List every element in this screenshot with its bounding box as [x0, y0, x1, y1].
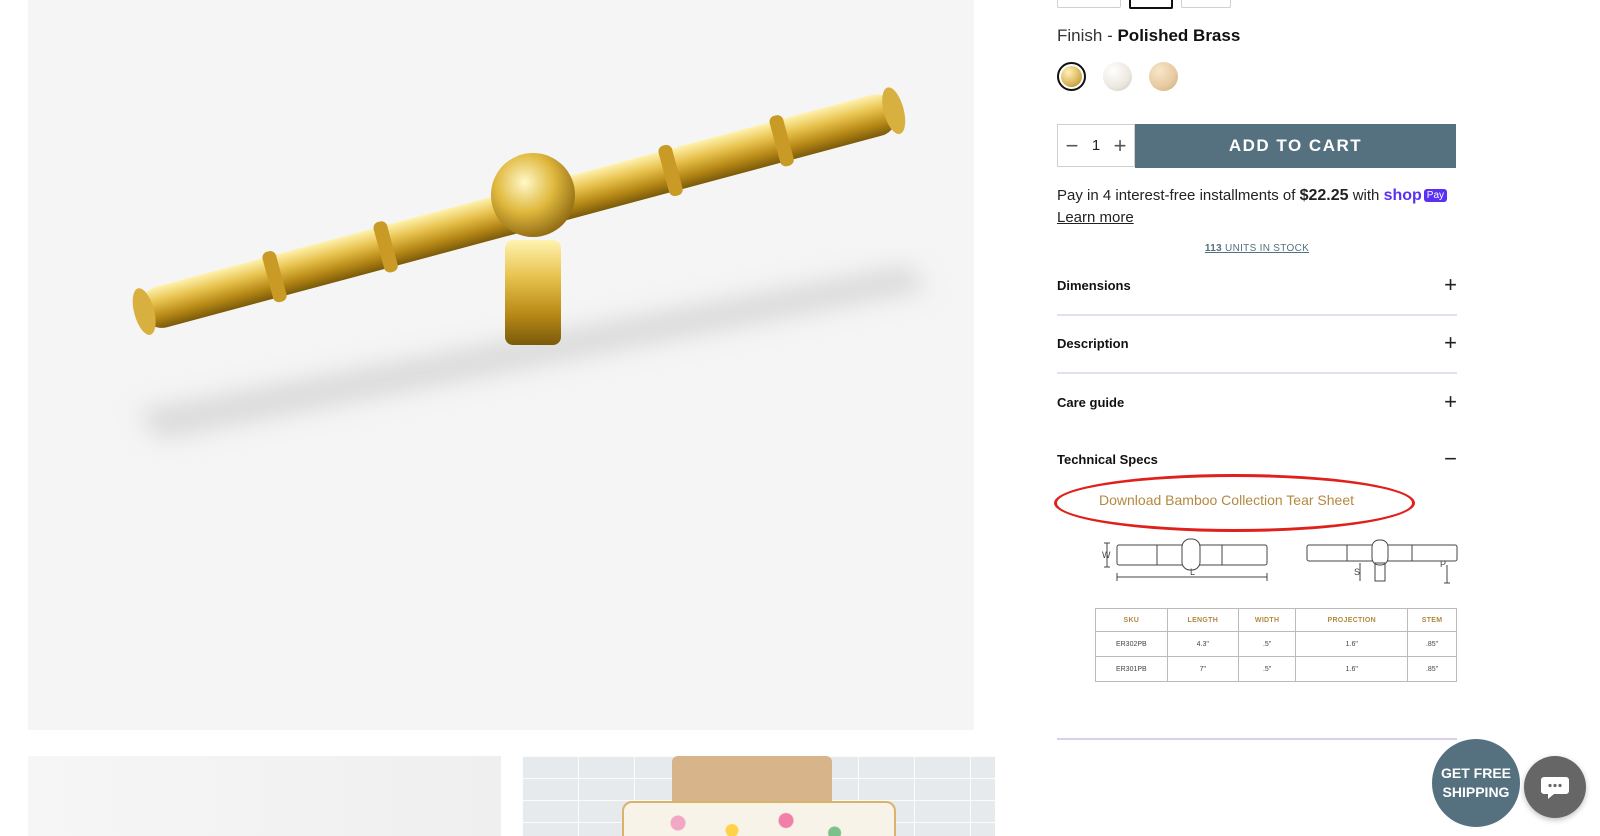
installments-with: with: [1348, 187, 1384, 204]
dim-label-l: L: [1190, 567, 1195, 577]
swatch-polished-nickel[interactable]: [1103, 62, 1132, 91]
units-in-stock[interactable]: 113 UNITS IN STOCK: [1057, 243, 1457, 254]
thumbnail-1[interactable]: [28, 756, 501, 836]
divider: [1057, 738, 1457, 740]
shop-pay-logo: shop: [1383, 187, 1422, 204]
finish-label: Finish - Polished Brass: [1057, 26, 1240, 46]
free-shipping-line1: GET FREE: [1440, 765, 1511, 781]
accordion-care-guide[interactable]: Care guide +: [1057, 390, 1457, 414]
free-shipping-line2: SHIPPING: [1442, 784, 1510, 800]
table-row: ER302PB 4.3" .5" 1.6" .85": [1095, 631, 1457, 657]
size-option-2[interactable]: [1129, 0, 1173, 9]
table-cell: .5": [1237, 656, 1297, 682]
table-row: ER301PB 7" .5" 1.6" .85": [1095, 656, 1457, 682]
quantity-increase-button[interactable]: +: [1112, 134, 1128, 157]
dim-label-p: P: [1440, 559, 1446, 569]
spec-table-header: SKU LENGTH WIDTH PROJECTION STEM: [1095, 608, 1457, 632]
divider: [1057, 372, 1457, 374]
minus-icon: −: [1444, 446, 1457, 471]
add-to-cart-button[interactable]: ADD TO CART: [1135, 124, 1456, 168]
table-cell: ER301PB: [1095, 656, 1168, 682]
shop-pay-badge: Pay: [1423, 189, 1448, 202]
table-cell: .5": [1237, 631, 1297, 657]
size-option-1[interactable]: [1057, 0, 1121, 8]
size-option-3[interactable]: [1181, 0, 1231, 8]
quantity-stepper: − 1 +: [1057, 124, 1135, 167]
col-header-width: WIDTH: [1237, 608, 1297, 632]
table-cell: ER302PB: [1095, 631, 1168, 657]
learn-more-link[interactable]: Learn more: [1057, 209, 1134, 226]
accordion-title: Dimensions: [1057, 277, 1131, 293]
table-cell: .85": [1407, 656, 1457, 682]
installment-amount: $22.25: [1299, 187, 1349, 204]
table-cell: 4.3": [1166, 631, 1239, 657]
finish-label-text: Finish -: [1057, 26, 1118, 45]
floral-tin: [622, 801, 896, 836]
plus-icon: +: [1444, 389, 1457, 414]
installments-text: Pay in 4 interest-free installments of: [1057, 187, 1300, 204]
plus-icon: +: [1444, 330, 1457, 355]
dim-label-s: S: [1354, 567, 1360, 577]
accordion-dimensions[interactable]: Dimensions +: [1057, 273, 1457, 297]
finish-value: Polished Brass: [1117, 26, 1241, 45]
col-header-stem: STEM: [1407, 608, 1457, 632]
divider: [1057, 314, 1457, 316]
col-header-sku: SKU: [1095, 608, 1168, 632]
plus-icon: +: [1444, 272, 1457, 297]
quantity-value[interactable]: 1: [1092, 137, 1100, 154]
col-header-length: LENGTH: [1166, 608, 1239, 632]
bamboo-t-pull-image: [132, 87, 928, 440]
shop-pay-installments: Pay in 4 interest-free installments of $…: [1057, 185, 1457, 229]
accordion-title: Description: [1057, 335, 1129, 351]
free-shipping-badge[interactable]: GET FREE SHIPPING: [1432, 739, 1520, 827]
accordion-technical-specs[interactable]: Technical Specs −: [1057, 447, 1457, 471]
dim-label-w: W: [1102, 550, 1111, 560]
swatch-polished-brass[interactable]: [1057, 62, 1086, 91]
stock-count: 113: [1204, 243, 1222, 254]
accordion-description[interactable]: Description +: [1057, 331, 1457, 355]
download-tear-sheet-link[interactable]: Download Bamboo Collection Tear Sheet: [1099, 492, 1354, 508]
table-cell: 1.6": [1295, 656, 1409, 682]
accordion-title: Care guide: [1057, 394, 1125, 410]
spec-table: SKU LENGTH WIDTH PROJECTION STEM ER302PB…: [1095, 608, 1457, 682]
swatch-satin-brass[interactable]: [1149, 62, 1178, 91]
main-product-image[interactable]: [28, 0, 974, 730]
quantity-decrease-button[interactable]: −: [1064, 134, 1080, 157]
thumbnail-2[interactable]: [522, 756, 995, 836]
table-cell: 7": [1166, 656, 1239, 682]
table-cell: .85": [1407, 631, 1457, 657]
spec-dimension-drawing: W L S P: [1102, 538, 1458, 584]
col-header-projection: PROJECTION: [1295, 608, 1409, 632]
chat-bubble-icon: [1541, 777, 1569, 799]
accordion-title: Technical Specs: [1057, 451, 1158, 467]
cutting-board: [672, 756, 832, 806]
stock-label: UNITS IN STOCK: [1221, 243, 1310, 254]
table-cell: 1.6": [1295, 631, 1409, 657]
chat-button[interactable]: [1524, 756, 1586, 818]
